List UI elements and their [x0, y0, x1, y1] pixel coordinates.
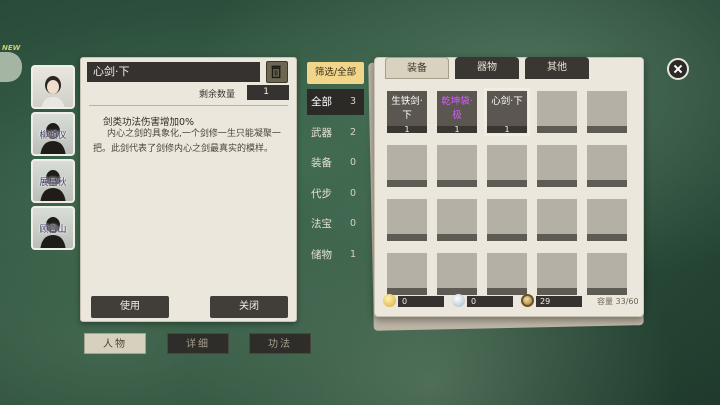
- inventory-slot[interactable]: [587, 91, 627, 133]
- category-label: 全部: [311, 96, 332, 108]
- category-count: 0: [349, 187, 356, 199]
- category-count: 1: [349, 248, 356, 260]
- category-list: 全部 3 武器 2 装备 0 代步 0 法宝 0 储物 1: [307, 89, 364, 272]
- use-button[interactable]: 使用: [91, 296, 169, 318]
- inventory-slot[interactable]: [387, 199, 427, 241]
- slot-item-name: 心剑·下: [491, 96, 523, 107]
- copper-coin-icon: [521, 294, 534, 307]
- character-portrait-icon: [41, 76, 65, 107]
- character-card-0[interactable]: [31, 65, 75, 109]
- slot-item-qty: 1: [454, 125, 460, 134]
- inventory-slot[interactable]: [537, 145, 577, 187]
- inventory-slot[interactable]: [537, 253, 577, 295]
- quantity-value: 1: [247, 85, 289, 100]
- tab-skills[interactable]: 功法: [249, 333, 311, 354]
- close-detail-button[interactable]: 关闭: [210, 296, 288, 318]
- inventory-slot[interactable]: [487, 199, 527, 241]
- close-icon[interactable]: [667, 58, 689, 80]
- category-count: 0: [349, 218, 356, 229]
- tab-artifacts[interactable]: 器物: [455, 57, 519, 79]
- inventory-slot[interactable]: [587, 145, 627, 187]
- discard-button[interactable]: [266, 61, 288, 83]
- character-list: 柳倾仪 展星秋 顾青山: [31, 65, 75, 253]
- item-detail-panel: 心剑·下 剩余数量 1 剑类功法伤害增加0% 内心之剑的具象化,一个剑修一生只能…: [80, 57, 297, 322]
- category-label: 法宝: [311, 218, 332, 230]
- category-label: 武器: [311, 126, 332, 139]
- inventory-slot[interactable]: [537, 199, 577, 241]
- item-description: 内心之剑的具象化,一个剑修一生只能凝聚一把。此剑代表了剑修内心之剑最真实的模样。: [93, 129, 281, 154]
- inventory-slot[interactable]: [437, 253, 477, 295]
- character-name: 柳倾仪: [39, 131, 67, 141]
- inventory-slot[interactable]: [387, 145, 427, 187]
- category-count: 0: [349, 157, 356, 168]
- category-mount[interactable]: 代步 0: [307, 181, 364, 207]
- slot-item-name: 乾坤袋·极: [441, 96, 473, 121]
- category-storage[interactable]: 储物 1: [307, 242, 364, 268]
- slot-item-name: 生铁剑·下: [391, 96, 423, 121]
- filter-button[interactable]: 筛选/全部: [307, 62, 364, 84]
- character-name: 顾青山: [39, 225, 67, 235]
- trash-icon: [271, 65, 281, 79]
- item-name: 心剑·下: [87, 62, 260, 82]
- character-card-3[interactable]: 顾青山: [31, 206, 75, 250]
- inventory-slot[interactable]: [587, 253, 627, 295]
- category-all[interactable]: 全部 3: [307, 89, 364, 115]
- tab-others[interactable]: 其他: [525, 57, 589, 79]
- category-label: 装备: [311, 157, 332, 169]
- inventory-slot[interactable]: [587, 199, 627, 241]
- character-card-1[interactable]: 柳倾仪: [31, 112, 75, 156]
- category-equipment[interactable]: 装备 0: [307, 150, 364, 176]
- quantity-label: 剩余数量: [199, 90, 236, 100]
- character-card-2[interactable]: 展星秋: [31, 159, 75, 203]
- item-effect: 剑类功法伤害增加0%: [103, 117, 195, 128]
- slot-item-qty: 1: [504, 125, 510, 134]
- inventory-slot[interactable]: 乾坤袋·极 1: [437, 91, 477, 134]
- slot-item-qty: 1: [404, 125, 410, 134]
- character-name: 展星秋: [39, 178, 67, 188]
- tab-details[interactable]: 详细: [167, 333, 229, 354]
- copper-amount: 29: [536, 296, 582, 307]
- inventory-slot[interactable]: [437, 145, 477, 187]
- inventory-slot[interactable]: [487, 145, 527, 187]
- inventory-slot[interactable]: [387, 253, 427, 295]
- tab-character[interactable]: 人物: [84, 333, 146, 354]
- capacity-label: 容量 33/60: [597, 297, 639, 306]
- category-label: 代步: [311, 187, 332, 200]
- divider: [89, 105, 288, 106]
- gold-ingot-icon: [383, 294, 396, 307]
- inventory-slot[interactable]: 心剑·下 1: [484, 88, 530, 136]
- category-count: 3: [349, 96, 356, 107]
- category-count: 2: [349, 126, 356, 138]
- inventory-slot[interactable]: [487, 253, 527, 295]
- silver-ingot-icon: [452, 294, 465, 307]
- tab-equipment[interactable]: 装备: [385, 57, 449, 79]
- inventory-slot[interactable]: [437, 199, 477, 241]
- category-label: 储物: [311, 248, 332, 261]
- gold-amount: 0: [398, 296, 444, 307]
- silver-amount: 0: [467, 296, 513, 307]
- category-weapon[interactable]: 武器 2: [307, 120, 364, 146]
- category-treasure[interactable]: 法宝 0: [307, 211, 364, 237]
- inventory-slot[interactable]: 生铁剑·下 1: [387, 91, 427, 134]
- inventory-slot[interactable]: [537, 91, 577, 133]
